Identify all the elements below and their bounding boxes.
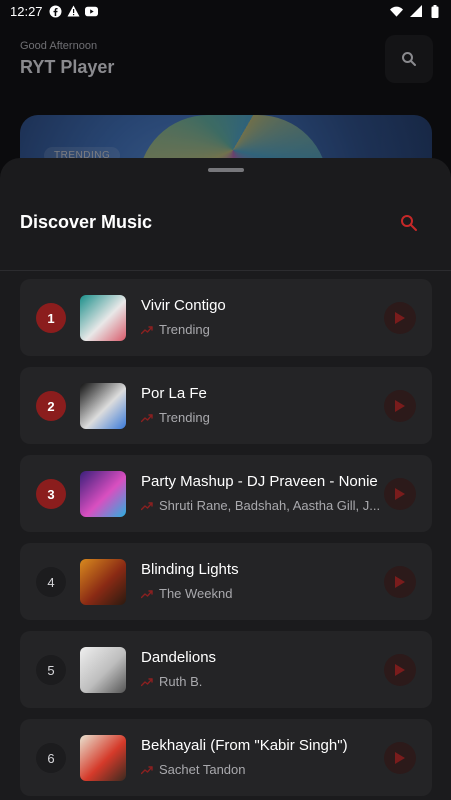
track-subtitle-text: Trending bbox=[159, 322, 210, 337]
greeting-text: Good Afternoon bbox=[20, 40, 98, 52]
track-subtitle-text: Trending bbox=[159, 410, 210, 425]
track-row[interactable]: 2 Por La Fe Trending bbox=[20, 367, 432, 444]
track-subtitle: Shruti Rane, Badshah, Aastha Gill, J... bbox=[141, 498, 385, 513]
sheet-title: Discover Music bbox=[20, 212, 153, 232]
play-icon bbox=[395, 488, 405, 500]
trending-up-icon bbox=[141, 501, 153, 511]
track-row[interactable]: 6 Bekhayali (From "Kabir Singh") Sachet Ta… bbox=[20, 719, 432, 796]
sheet-drag-handle[interactable] bbox=[208, 168, 244, 172]
trending-up-icon bbox=[141, 413, 153, 423]
track-rank: 1 bbox=[36, 303, 66, 333]
track-subtitle-text: Shruti Rane, Badshah, Aastha Gill, J... bbox=[159, 498, 381, 513]
trending-up-icon bbox=[141, 589, 153, 599]
battery-icon bbox=[428, 4, 441, 18]
play-icon bbox=[395, 312, 405, 324]
track-title: Bekhayali (From "Kabir Singh") bbox=[141, 737, 348, 754]
play-icon bbox=[395, 576, 405, 588]
track-title: Party Mashup - DJ Praveen - Nonie bbox=[141, 473, 378, 490]
play-button[interactable] bbox=[384, 478, 416, 510]
signal-icon bbox=[409, 5, 422, 18]
play-button[interactable] bbox=[384, 566, 416, 598]
warning-icon bbox=[67, 5, 80, 18]
sheet-divider bbox=[0, 270, 451, 271]
album-art bbox=[80, 559, 126, 605]
track-title: Vivir Contigo bbox=[141, 297, 226, 314]
track-rank: 6 bbox=[36, 743, 66, 773]
app-title: RYT Player bbox=[20, 57, 115, 77]
trending-up-icon bbox=[141, 765, 153, 775]
play-icon bbox=[395, 752, 405, 764]
album-art bbox=[80, 295, 126, 341]
track-list: 1 Vivir Contigo Trending 2 Por La Fe Trending… bbox=[20, 279, 432, 800]
trending-up-icon bbox=[141, 325, 153, 335]
discover-sheet: Discover Music 1 Vivir Contigo Trending 2 Po… bbox=[0, 158, 451, 800]
track-subtitle-text: The Weeknd bbox=[159, 586, 233, 601]
sheet-search-button[interactable] bbox=[398, 212, 420, 234]
track-subtitle-text: Ruth B. bbox=[159, 674, 203, 689]
track-title: Dandelions bbox=[141, 649, 217, 666]
track-subtitle: Trending bbox=[141, 322, 385, 337]
album-art bbox=[80, 383, 126, 429]
play-button[interactable] bbox=[384, 390, 416, 422]
status-bar: 12:27 bbox=[0, 0, 451, 22]
trending-up-icon bbox=[141, 677, 153, 687]
track-subtitle-text: Sachet Tandon bbox=[159, 762, 246, 777]
track-subtitle: Sachet Tandon bbox=[141, 762, 385, 777]
wifi-icon bbox=[390, 5, 403, 18]
album-art bbox=[80, 647, 126, 693]
system-icons bbox=[390, 4, 441, 18]
home-header: Good Afternoon RYT Player TRENDING bbox=[0, 22, 451, 185]
track-title: Blinding Lights bbox=[141, 561, 239, 578]
youtube-icon bbox=[84, 5, 98, 18]
track-row[interactable]: 5 Dandelions Ruth B. bbox=[20, 631, 432, 708]
album-art bbox=[80, 735, 126, 781]
track-row[interactable]: 4 Blinding Lights The Weeknd bbox=[20, 543, 432, 620]
header-search-button[interactable] bbox=[385, 35, 433, 83]
track-title: Por La Fe bbox=[141, 385, 207, 402]
track-subtitle: Ruth B. bbox=[141, 674, 385, 689]
play-button[interactable] bbox=[384, 654, 416, 686]
facebook-icon bbox=[49, 5, 62, 18]
play-icon bbox=[395, 400, 405, 412]
album-art bbox=[80, 471, 126, 517]
status-time: 12:27 bbox=[10, 3, 43, 19]
search-icon bbox=[402, 52, 416, 66]
track-subtitle: The Weeknd bbox=[141, 586, 385, 601]
search-icon bbox=[401, 215, 417, 231]
track-rank: 3 bbox=[36, 479, 66, 509]
track-rank: 5 bbox=[36, 655, 66, 685]
track-row[interactable]: 1 Vivir Contigo Trending bbox=[20, 279, 432, 356]
play-button[interactable] bbox=[384, 302, 416, 334]
track-subtitle: Trending bbox=[141, 410, 385, 425]
track-rank: 2 bbox=[36, 391, 66, 421]
play-icon bbox=[395, 664, 405, 676]
notification-icons bbox=[49, 5, 98, 18]
track-row[interactable]: 3 Party Mashup - DJ Praveen - Nonie Shruti… bbox=[20, 455, 432, 532]
play-button[interactable] bbox=[384, 742, 416, 774]
track-rank: 4 bbox=[36, 567, 66, 597]
